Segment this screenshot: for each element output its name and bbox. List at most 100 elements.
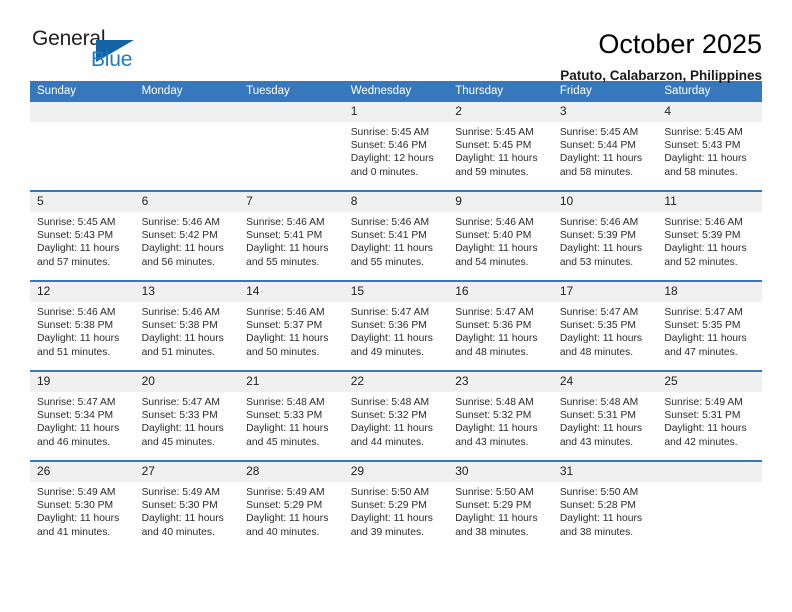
page-header: General Blue October 2025 Patuto, Calaba… [30, 0, 762, 83]
calendar-day-cell[interactable]: 3 Sunrise: 5:45 AM Sunset: 5:44 PM Daylight… [552, 102, 658, 191]
daylight-duration-line2: and 38 minutes. [455, 526, 529, 538]
sunrise-time: Sunrise: 5:46 AM [141, 217, 220, 228]
calendar-day-cell[interactable]: 19 Sunrise: 5:47 AM Sunset: 5:34 PM Dayligh… [30, 370, 135, 461]
daylight-duration-line1: Daylight: 11 hours [559, 333, 643, 345]
calendar-day-cell[interactable]: 28 Sunrise: 5:49 AM Sunset: 5:29 PM Dayligh… [239, 460, 344, 550]
calendar-day-cell[interactable]: 22 Sunrise: 5:48 AM Sunset: 5:32 PM Dayligh… [343, 370, 449, 461]
daylight-duration-line2: and 38 minutes. [559, 526, 634, 538]
sunset-time: Sunset: 5:36 PM [455, 320, 532, 332]
weekday-header-thursday: Thursday [448, 81, 553, 102]
sunrise-time: Sunrise: 5:46 AM [246, 307, 325, 318]
day-details: Sunrise: 5:48 AM Sunset: 5:32 PM Daylight:… [344, 392, 449, 449]
daylight-duration-line1: Daylight: 11 hours [455, 333, 538, 345]
daylight-duration-line1: Daylight: 11 hours [141, 243, 224, 255]
sunrise-time: Sunrise: 5:50 AM [455, 487, 534, 498]
calendar-empty-cell [134, 102, 240, 191]
calendar-day-cell[interactable]: 6 Sunrise: 5:46 AM Sunset: 5:42 PM Daylight… [134, 190, 240, 281]
calendar-day-cell[interactable]: 7 Sunrise: 5:46 AM Sunset: 5:41 PM Daylight… [239, 190, 344, 281]
sunset-time: Sunset: 5:29 PM [246, 500, 323, 512]
day-number: 27 [134, 462, 240, 482]
daylight-duration-line1: Daylight: 11 hours [559, 153, 643, 165]
daylight-duration-line2: and 45 minutes. [246, 436, 320, 448]
sunrise-time: Sunrise: 5:46 AM [664, 217, 743, 228]
calendar-day-cell[interactable]: 31 Sunrise: 5:50 AM Sunset: 5:28 PM Dayligh… [552, 460, 658, 550]
daylight-duration-line2: and 44 minutes. [350, 436, 424, 448]
daylight-duration-line2: and 46 minutes. [37, 436, 111, 448]
daylight-duration-line1: Daylight: 11 hours [559, 243, 643, 255]
sunrise-time: Sunrise: 5:47 AM [559, 307, 639, 318]
daylight-duration-line2: and 51 minutes. [141, 346, 215, 358]
calendar-week-row: 5 Sunrise: 5:45 AM Sunset: 5:43 PM Daylight… [30, 190, 762, 281]
daylight-duration-line1: Daylight: 11 hours [664, 423, 747, 435]
calendar-empty-cell [30, 102, 135, 191]
calendar-day-cell[interactable]: 26 Sunrise: 5:49 AM Sunset: 5:30 PM Dayligh… [30, 460, 135, 550]
sunset-time: Sunset: 5:32 PM [350, 410, 427, 422]
daylight-duration-line2: and 59 minutes. [455, 166, 529, 178]
sunset-time: Sunset: 5:33 PM [141, 410, 218, 422]
sunset-time: Sunset: 5:40 PM [455, 230, 532, 242]
weekday-header-sunday: Sunday [30, 81, 135, 102]
sunrise-time: Sunrise: 5:49 AM [246, 487, 325, 498]
calendar-day-cell[interactable]: 1 Sunrise: 5:45 AM Sunset: 5:46 PM Daylight… [343, 102, 449, 191]
calendar-day-cell[interactable]: 13 Sunrise: 5:46 AM Sunset: 5:38 PM Dayligh… [134, 280, 240, 371]
daylight-duration-line1: Daylight: 11 hours [141, 513, 224, 525]
sunrise-time: Sunrise: 5:46 AM [455, 217, 534, 228]
sunset-time: Sunset: 5:43 PM [664, 140, 741, 152]
calendar-day-cell[interactable]: 15 Sunrise: 5:47 AM Sunset: 5:36 PM Dayligh… [343, 280, 449, 371]
day-details: Sunrise: 5:47 AM Sunset: 5:35 PM Daylight:… [657, 302, 762, 359]
calendar-day-cell[interactable]: 10 Sunrise: 5:46 AM Sunset: 5:39 PM Dayligh… [552, 190, 658, 281]
calendar-day-cell[interactable]: 11 Sunrise: 5:46 AM Sunset: 5:39 PM Dayligh… [657, 190, 762, 281]
logo-text-blue: Blue [91, 48, 133, 71]
day-number: 18 [657, 282, 762, 302]
sunrise-time: Sunrise: 5:46 AM [37, 307, 116, 318]
sunset-time: Sunset: 5:41 PM [246, 230, 323, 242]
calendar-day-cell[interactable]: 17 Sunrise: 5:47 AM Sunset: 5:35 PM Dayligh… [552, 280, 658, 371]
calendar-day-cell[interactable]: 30 Sunrise: 5:50 AM Sunset: 5:29 PM Dayligh… [448, 460, 553, 550]
day-details: Sunrise: 5:46 AM Sunset: 5:37 PM Daylight:… [239, 302, 344, 359]
sunset-time: Sunset: 5:36 PM [350, 320, 427, 332]
calendar-week-row: 1 Sunrise: 5:45 AM Sunset: 5:46 PM Daylight… [30, 102, 762, 191]
day-details: Sunrise: 5:49 AM Sunset: 5:31 PM Daylight:… [657, 392, 762, 449]
calendar-day-cell[interactable]: 14 Sunrise: 5:46 AM Sunset: 5:37 PM Dayligh… [239, 280, 344, 371]
day-details: Sunrise: 5:46 AM Sunset: 5:42 PM Daylight:… [135, 212, 240, 269]
calendar-day-cell[interactable]: 12 Sunrise: 5:46 AM Sunset: 5:38 PM Dayligh… [30, 280, 135, 371]
calendar-day-cell[interactable]: 24 Sunrise: 5:48 AM Sunset: 5:31 PM Dayligh… [552, 370, 658, 461]
calendar-day-cell[interactable]: 9 Sunrise: 5:46 AM Sunset: 5:40 PM Daylight… [448, 190, 553, 281]
daylight-duration-line1: Daylight: 11 hours [37, 513, 120, 525]
general-blue-logo[interactable]: General Blue [30, 26, 150, 78]
daylight-duration-line1: Daylight: 11 hours [350, 333, 433, 345]
calendar-day-cell[interactable]: 4 Sunrise: 5:45 AM Sunset: 5:43 PM Daylight… [657, 102, 762, 191]
calendar-day-cell[interactable]: 5 Sunrise: 5:45 AM Sunset: 5:43 PM Daylight… [30, 190, 135, 281]
sunset-time: Sunset: 5:45 PM [455, 140, 532, 152]
calendar-day-cell[interactable]: 2 Sunrise: 5:45 AM Sunset: 5:45 PM Daylight… [448, 102, 553, 191]
calendar-day-cell[interactable]: 29 Sunrise: 5:50 AM Sunset: 5:29 PM Dayligh… [343, 460, 449, 550]
calendar-day-cell[interactable]: 20 Sunrise: 5:47 AM Sunset: 5:33 PM Dayligh… [134, 370, 240, 461]
day-number: 25 [657, 372, 762, 392]
day-number: 29 [343, 462, 449, 482]
day-number [134, 102, 240, 122]
calendar-day-cell[interactable]: 21 Sunrise: 5:48 AM Sunset: 5:33 PM Dayligh… [239, 370, 344, 461]
daylight-duration-line2: and 58 minutes. [664, 166, 738, 178]
calendar-day-cell[interactable]: 23 Sunrise: 5:48 AM Sunset: 5:32 PM Dayligh… [448, 370, 553, 461]
calendar-day-cell[interactable]: 25 Sunrise: 5:49 AM Sunset: 5:31 PM Dayligh… [657, 370, 762, 461]
sunrise-time: Sunrise: 5:48 AM [350, 397, 430, 408]
weekday-header-tuesday: Tuesday [239, 81, 344, 102]
day-number [239, 102, 344, 122]
calendar-day-cell[interactable]: 27 Sunrise: 5:49 AM Sunset: 5:30 PM Dayligh… [134, 460, 240, 550]
daylight-duration-line2: and 51 minutes. [37, 346, 111, 358]
day-number: 16 [448, 282, 553, 302]
calendar-day-cell[interactable]: 8 Sunrise: 5:46 AM Sunset: 5:41 PM Daylight… [343, 190, 449, 281]
daylight-duration-line1: Daylight: 11 hours [141, 333, 224, 345]
day-number: 24 [552, 372, 658, 392]
calendar-day-cell[interactable]: 16 Sunrise: 5:47 AM Sunset: 5:36 PM Dayligh… [448, 280, 553, 371]
daylight-duration-line1: Daylight: 11 hours [246, 333, 329, 345]
daylight-duration-line1: Daylight: 11 hours [246, 513, 329, 525]
day-number: 13 [134, 282, 240, 302]
day-details: Sunrise: 5:46 AM Sunset: 5:38 PM Daylight:… [135, 302, 240, 359]
sunset-time: Sunset: 5:38 PM [37, 320, 114, 332]
daylight-duration-line2: and 41 minutes. [37, 526, 111, 538]
calendar-day-cell[interactable]: 18 Sunrise: 5:47 AM Sunset: 5:35 PM Dayligh… [657, 280, 762, 371]
day-number: 2 [448, 102, 553, 122]
day-details: Sunrise: 5:46 AM Sunset: 5:38 PM Daylight:… [30, 302, 135, 359]
sunrise-time: Sunrise: 5:49 AM [37, 487, 116, 498]
